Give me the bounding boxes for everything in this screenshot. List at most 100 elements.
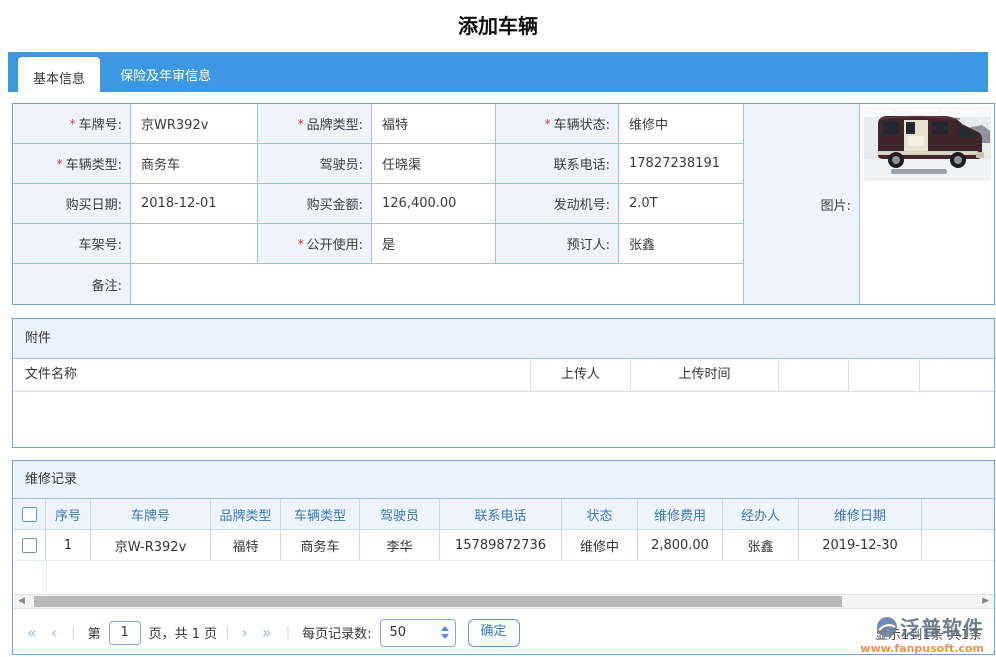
scrollbar-thumb[interactable]	[34, 596, 842, 607]
col-file-name: 文件名称	[13, 359, 531, 391]
stepper-arrows[interactable]	[435, 626, 455, 639]
vehicle-photo[interactable]	[860, 104, 994, 304]
col-license-plate: 车牌号	[91, 499, 211, 529]
col-vehicle-type: 车辆类型	[281, 499, 360, 529]
purchase-amount-label: 购买金额:	[258, 184, 372, 224]
table-empty-area	[13, 561, 994, 594]
vehicle-status-value[interactable]: 维修中	[619, 104, 744, 144]
separator: |	[286, 625, 290, 640]
confirm-button[interactable]: 确定	[468, 619, 520, 647]
brand-name: 泛普软件	[900, 612, 984, 641]
last-page-icon[interactable]: »	[262, 623, 272, 642]
col-empty-3	[920, 359, 994, 391]
required-asterisk: *	[298, 237, 304, 251]
first-page-icon[interactable]: «	[27, 623, 37, 642]
next-page-icon[interactable]: ›	[242, 623, 248, 642]
spinner-down-icon[interactable]	[441, 634, 449, 639]
cell-vehicle-type: 商务车	[281, 530, 360, 560]
col-repair-cost: 维修费用	[638, 499, 723, 529]
purchase-date-value[interactable]: 2018-12-01	[131, 184, 258, 224]
pager-right-area: 显示1到1条 共1条 泛普软件 www.fanpusoft.com	[744, 611, 984, 654]
page-prefix: 第	[88, 623, 101, 642]
brand-url: www.fanpusoft.com	[860, 642, 984, 655]
spinner-up-icon[interactable]	[441, 626, 449, 631]
per-page-value[interactable]: 50	[381, 625, 435, 640]
attachments-header-row: 文件名称 上传人 上传时间	[13, 359, 994, 392]
cell-repair-cost: 2,800.00	[638, 530, 723, 560]
public-use-label: *公开使用:	[258, 224, 372, 264]
cell-driver: 李华	[360, 530, 440, 560]
col-handler: 经办人	[723, 499, 799, 529]
tab-bar: 基本信息 保险及年审信息	[8, 52, 988, 92]
row-checkbox-cell	[13, 530, 46, 560]
separator: |	[71, 625, 75, 640]
page-number-input[interactable]: 1	[109, 621, 141, 645]
photo-label: 图片:	[744, 104, 860, 304]
engine-number-label: 发动机号:	[496, 184, 619, 224]
frame-number-label: 车架号:	[13, 224, 131, 264]
table-row[interactable]: 1 京W-R392v 福特 商务车 李华 15789872736 维修中 2,8…	[13, 530, 994, 561]
prev-page-icon[interactable]: ‹	[51, 623, 57, 642]
remark-value[interactable]	[131, 264, 744, 304]
reserved-by-label: 预订人:	[496, 224, 619, 264]
pagination-bar: « ‹ | 第 1 页，共 1 页 | › » | 每页记录数: 50 确定 显…	[13, 611, 994, 654]
page-suffix: 页，共 1 页	[149, 623, 218, 642]
vehicle-photo-image	[864, 107, 991, 181]
contact-phone-value[interactable]: 17827238191	[619, 144, 744, 184]
horizontal-scrollbar[interactable]: ◀ ▶	[13, 594, 994, 609]
required-asterisk: *	[545, 117, 551, 131]
per-page-stepper[interactable]: 50	[380, 619, 456, 647]
col-contact-phone: 联系电话	[440, 499, 562, 529]
driver-value[interactable]: 任晓渠	[372, 144, 496, 184]
col-seq: 序号	[46, 499, 91, 529]
remark-label: 备注:	[13, 264, 131, 304]
separator: |	[225, 625, 229, 640]
col-upload-time: 上传时间	[631, 359, 779, 391]
cell-brand-type: 福特	[211, 530, 281, 560]
select-all-cell	[13, 499, 46, 529]
license-plate-value[interactable]: 京WR392v	[131, 104, 258, 144]
cell-seq: 1	[46, 530, 91, 560]
cell-handler: 张鑫	[723, 530, 799, 560]
select-all-checkbox[interactable]	[22, 507, 37, 522]
scroll-right-icon[interactable]: ▶	[982, 595, 989, 608]
maintenance-header-row: 序号 车牌号 品牌类型 车辆类型 驾驶员 联系电话 状态 维修费用 经办人 维修…	[13, 499, 994, 530]
brand-logo-icon	[876, 616, 898, 638]
tab-insurance-annual-info[interactable]: 保险及年审信息	[105, 52, 226, 97]
row-checkbox[interactable]	[22, 538, 37, 553]
attachments-section: 附件 文件名称 上传人 上传时间	[12, 318, 995, 448]
col-trailing-empty	[922, 499, 994, 529]
driver-label: 驾驶员:	[258, 144, 372, 184]
required-asterisk: *	[57, 157, 63, 171]
purchase-date-label: 购买日期:	[13, 184, 131, 224]
vehicle-type-value[interactable]: 商务车	[131, 144, 258, 184]
cell-status: 维修中	[562, 530, 638, 560]
cell-repair-date: 2019-12-30	[799, 530, 922, 560]
purchase-amount-value[interactable]: 126,400.00	[372, 184, 496, 224]
col-empty-1	[779, 359, 849, 391]
col-repair-date: 维修日期	[799, 499, 922, 529]
engine-number-value[interactable]: 2.0T	[619, 184, 744, 224]
tab-basic-info[interactable]: 基本信息	[18, 57, 100, 99]
vehicle-status-label: *车辆状态:	[496, 104, 619, 144]
vehicle-type-label: *车辆类型:	[13, 144, 131, 184]
col-empty-2	[849, 359, 920, 391]
attachments-title: 附件	[13, 319, 994, 359]
col-driver: 驾驶员	[360, 499, 440, 529]
col-brand-type: 品牌类型	[211, 499, 281, 529]
brand-type-label: *品牌类型:	[258, 104, 372, 144]
frame-number-value[interactable]	[131, 224, 258, 264]
vehicle-form: *车牌号: 京WR392v *品牌类型: 福特 *车辆状态: 维修中 图片:	[12, 103, 995, 305]
cell-contact-phone: 15789872736	[440, 530, 562, 560]
contact-phone-label: 联系电话:	[496, 144, 619, 184]
reserved-by-value[interactable]: 张鑫	[619, 224, 744, 264]
required-asterisk: *	[298, 117, 304, 131]
attachments-empty-body	[13, 392, 994, 445]
brand-type-value[interactable]: 福特	[372, 104, 496, 144]
public-use-value[interactable]: 是	[372, 224, 496, 264]
page-title: 添加车辆	[0, 10, 996, 39]
maintenance-title: 维修记录	[13, 461, 994, 499]
scroll-left-icon[interactable]: ◀	[18, 595, 25, 608]
cell-license-plate: 京W-R392v	[91, 530, 211, 560]
column-divider	[46, 561, 47, 594]
